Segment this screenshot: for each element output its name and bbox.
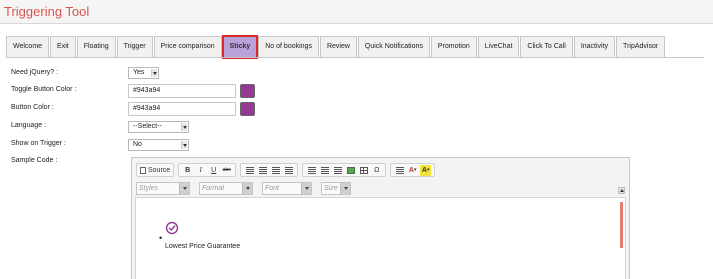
editor-toolbar: Source B I U abc Ω A ▾ A ▾ bbox=[136, 163, 439, 177]
size-combo[interactable]: Size bbox=[321, 182, 351, 195]
chevron-down-icon bbox=[181, 123, 187, 131]
list-bullet: • bbox=[159, 233, 163, 243]
image-button[interactable] bbox=[345, 165, 356, 176]
editor-combo-row: Styles Format Font Size bbox=[136, 182, 360, 195]
align-right-icon bbox=[271, 166, 280, 174]
button-color-input[interactable]: #943a94 bbox=[128, 102, 236, 116]
tab-promotion[interactable]: Promotion bbox=[430, 36, 477, 57]
tab-divider bbox=[6, 57, 704, 58]
show-on-trigger-select[interactable]: No bbox=[128, 139, 189, 151]
language-label: Language : bbox=[11, 122, 47, 129]
indent-icon bbox=[333, 166, 342, 174]
text-color-button[interactable]: A ▾ bbox=[407, 165, 418, 176]
tab-trigger[interactable]: Trigger bbox=[116, 36, 153, 57]
special-char-button[interactable]: Ω bbox=[371, 165, 382, 176]
bold-button[interactable]: B bbox=[182, 165, 193, 176]
chevron-down-icon bbox=[242, 183, 252, 194]
button-color-swatch[interactable] bbox=[240, 102, 255, 116]
tab-click-to-call[interactable]: Click To Call bbox=[520, 36, 573, 57]
sample-code-editor: Source B I U abc Ω A ▾ A ▾ Styles Format… bbox=[131, 157, 630, 279]
bulleted-list-button[interactable] bbox=[319, 165, 330, 176]
need-jquery-select[interactable]: Yes bbox=[128, 67, 159, 79]
bulleted-list-icon bbox=[320, 166, 329, 174]
align-center-button[interactable] bbox=[257, 165, 268, 176]
chevron-down-icon bbox=[151, 69, 157, 77]
toggle-button-color-input[interactable]: #943a94 bbox=[128, 84, 236, 98]
chevron-down-icon bbox=[301, 183, 311, 194]
tab-exit[interactable]: Exit bbox=[50, 36, 76, 57]
chevron-down-icon bbox=[181, 141, 187, 149]
sample-code-label: Sample Code : bbox=[11, 157, 58, 164]
header-bar: Triggering Tool bbox=[0, 0, 713, 24]
chevron-down-icon bbox=[179, 183, 189, 194]
format-combo[interactable]: Format bbox=[199, 182, 253, 195]
source-button-label: Source bbox=[148, 166, 171, 174]
collapse-toolbar-button[interactable] bbox=[618, 187, 625, 194]
tab-tripadvisor[interactable]: TripAdvisor bbox=[616, 36, 666, 57]
language-value: --Select-- bbox=[133, 123, 162, 130]
page-title: Triggering Tool bbox=[4, 4, 90, 19]
tab-inactivity[interactable]: Inactivity bbox=[573, 36, 616, 57]
language-select[interactable]: --Select-- bbox=[128, 121, 189, 133]
toolbar-group-insert: Ω bbox=[302, 163, 387, 177]
align-justify-button[interactable] bbox=[283, 165, 294, 176]
format-combo-label: Format bbox=[202, 185, 225, 192]
need-jquery-label: Need jQuery? : bbox=[11, 69, 59, 76]
underline-button[interactable]: U bbox=[208, 165, 219, 176]
tab-welcome[interactable]: Welcome bbox=[6, 36, 50, 57]
tab-floating[interactable]: Floating bbox=[76, 36, 116, 57]
button-color-label: Button Color : bbox=[11, 104, 54, 111]
tab-review[interactable]: Review bbox=[319, 36, 357, 57]
content-text: Lowest Price Guarantee bbox=[165, 243, 241, 250]
tab-sticky[interactable]: Sticky bbox=[221, 35, 259, 59]
bg-color-button[interactable]: A ▾ bbox=[420, 164, 432, 176]
align-center-icon bbox=[258, 166, 267, 174]
styles-combo-label: Styles bbox=[139, 185, 159, 192]
toolbar-group-basic: B I U abc bbox=[178, 163, 237, 177]
align-left-button[interactable] bbox=[244, 165, 255, 176]
image-icon bbox=[346, 166, 355, 174]
toolbar-group-source: Source bbox=[136, 163, 175, 177]
tab-no-of-bookings[interactable]: No of bookings bbox=[258, 36, 319, 57]
align-right-button[interactable] bbox=[270, 165, 281, 176]
editor-content-area[interactable]: • Lowest Price Guarantee bbox=[135, 197, 626, 279]
chevron-down-icon bbox=[340, 183, 350, 194]
editor-scrollbar[interactable] bbox=[620, 202, 623, 248]
tab-bar: Welcome Exit Floating Trigger Price comp… bbox=[6, 35, 666, 59]
indent-button[interactable] bbox=[332, 165, 343, 176]
show-on-trigger-label: Show on Trigger : bbox=[11, 140, 66, 147]
horizontal-rule-icon bbox=[395, 166, 404, 174]
source-button[interactable]: Source bbox=[140, 165, 170, 176]
italic-button[interactable]: I bbox=[195, 165, 206, 176]
numbered-list-icon bbox=[307, 166, 316, 174]
align-justify-icon bbox=[284, 166, 293, 174]
toggle-button-color-label: Toggle Button Color : bbox=[11, 86, 77, 93]
need-jquery-value: Yes bbox=[133, 69, 145, 76]
table-button[interactable] bbox=[358, 165, 369, 176]
toolbar-group-align bbox=[240, 163, 299, 177]
tab-livechat[interactable]: LiveChat bbox=[477, 36, 520, 57]
tab-quick-notifications[interactable]: Quick Notifications bbox=[357, 36, 430, 57]
toolbar-group-color: A ▾ A ▾ bbox=[390, 163, 436, 177]
font-combo-label: Font bbox=[265, 185, 280, 192]
numbered-list-button[interactable] bbox=[306, 165, 317, 176]
strikethrough-button[interactable]: abc bbox=[221, 165, 232, 176]
align-left-icon bbox=[245, 166, 254, 174]
tab-price-comparison[interactable]: Price comparison bbox=[153, 36, 222, 57]
show-on-trigger-value: No bbox=[133, 141, 142, 148]
styles-combo[interactable]: Styles bbox=[136, 182, 190, 195]
horizontal-rule-button[interactable] bbox=[394, 165, 405, 176]
toggle-button-color-swatch[interactable] bbox=[240, 84, 255, 98]
font-combo[interactable]: Font bbox=[262, 182, 312, 195]
table-icon bbox=[359, 166, 368, 174]
source-icon bbox=[140, 166, 146, 174]
check-circle-icon bbox=[165, 221, 179, 235]
size-combo-label: Size bbox=[324, 185, 338, 192]
